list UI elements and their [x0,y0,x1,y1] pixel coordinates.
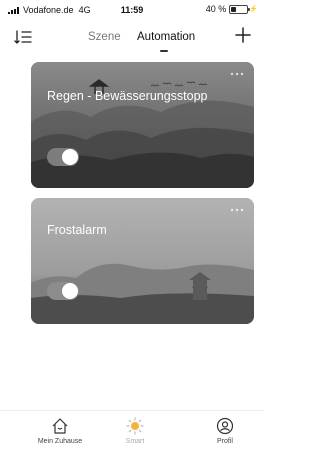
tab-automation[interactable]: Automation [137,31,195,43]
tabbar-item-profil[interactable]: Profil [192,411,258,452]
tab-szene[interactable]: Szene [88,31,121,43]
bottom-tab-bar: Mein Zuhause Smart Profil [0,410,264,452]
status-battery: 40 % ⚡ [206,4,258,14]
profile-icon [216,417,234,435]
add-icon[interactable] [235,27,251,43]
sort-icon[interactable] [14,28,32,46]
tabbar-label: Smart [125,438,145,445]
battery-percent: 40 % [205,4,227,14]
home-icon [52,418,68,434]
automation-toggle[interactable] [47,282,79,300]
automation-title: Regen - Bewässerungsstopp [47,89,208,103]
card-background-image [31,62,254,188]
automation-card-frostalarm[interactable]: Frostalarm [31,198,254,324]
smart-icon [126,417,144,435]
toggle-knob [62,149,78,165]
tabbar-label: Profil [217,438,233,445]
status-bar: Vodafone.de 4G 11:59 40 % ⚡ [0,0,264,20]
battery-icon [229,4,251,14]
tabbar-label: Mein Zuhause [37,438,83,445]
tabbar-item-home[interactable]: Mein Zuhause [27,411,93,452]
toggle-knob [62,283,78,299]
card-background-image [31,198,254,324]
header: Szene Automation [0,24,264,52]
automation-toggle[interactable] [47,148,79,166]
automation-card-regen[interactable]: Regen - Bewässerungsstopp [31,62,254,188]
more-icon[interactable] [230,72,244,76]
active-tab-indicator [160,50,168,52]
automation-title: Frostalarm [47,223,107,237]
charging-icon: ⚡ [249,6,258,13]
more-icon[interactable] [230,208,244,212]
tabbar-item-smart[interactable]: Smart [102,411,168,452]
